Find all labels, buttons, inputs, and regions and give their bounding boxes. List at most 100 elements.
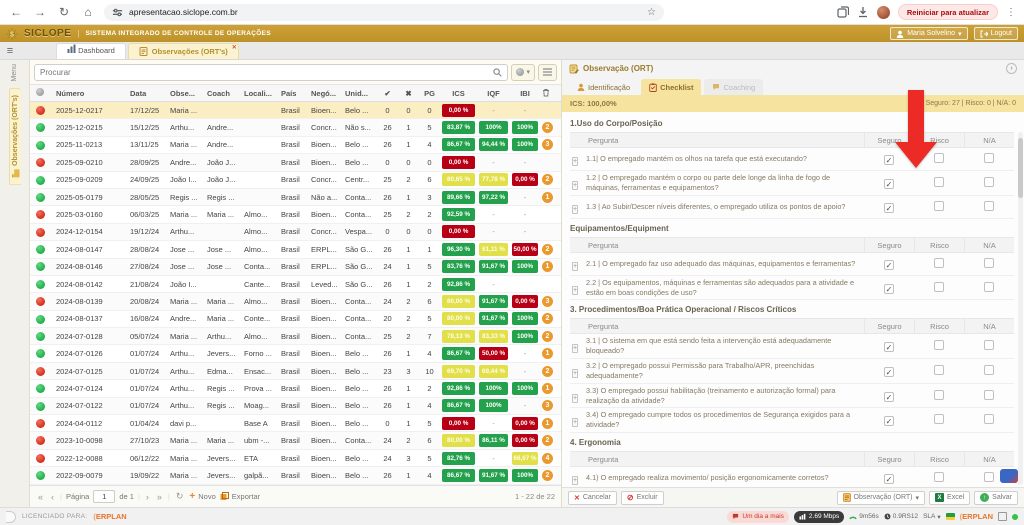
tab-group-icon[interactable] — [837, 6, 849, 18]
checkbox-risco[interactable] — [934, 340, 944, 350]
checkbox-seguro[interactable] — [884, 392, 894, 402]
table-row[interactable]: 2025-05-0179 28/05/25 Regis ... Regis ..… — [30, 189, 561, 206]
tab-observacoes[interactable]: Observações (ORT's) ✕ — [128, 43, 239, 59]
table-row[interactable]: 2024-08-0137 16/08/24 Andre... Maria ...… — [30, 311, 561, 328]
checkbox-seguro[interactable] — [884, 416, 894, 426]
notification-badge[interactable]: Um dia a mais — [727, 511, 789, 523]
checkbox-seguro[interactable] — [884, 155, 894, 165]
checkbox-na[interactable] — [984, 365, 994, 375]
address-bar[interactable]: apresentacao.siclope.com.br ☆ — [104, 4, 664, 21]
back-icon[interactable]: ← — [8, 5, 24, 19]
checkbox-risco[interactable] — [934, 177, 944, 187]
table-header[interactable]: Número Data Obse... Coach Locali... País… — [30, 84, 561, 102]
expand-icon[interactable]: + — [572, 476, 578, 485]
checkbox-seguro[interactable] — [884, 179, 894, 189]
page-input[interactable] — [93, 490, 115, 503]
checkbox-risco[interactable] — [934, 365, 944, 375]
refresh-icon[interactable]: ↻ — [174, 491, 186, 502]
expand-icon[interactable]: + — [572, 262, 578, 271]
expand-icon[interactable]: + — [572, 344, 578, 353]
tab-coaching[interactable]: Coaching — [704, 79, 763, 95]
table-row[interactable]: 2025-11-0213 13/11/25 Maria ... Andre...… — [30, 137, 561, 154]
checkbox-na[interactable] — [984, 340, 994, 350]
checkbox-seguro[interactable] — [884, 203, 894, 213]
tab-dashboard[interactable]: Dashboard — [56, 43, 126, 59]
sla-item[interactable]: SLA▾ — [923, 513, 941, 521]
first-page-icon[interactable]: « — [36, 492, 45, 502]
close-tab-icon[interactable]: ✕ — [232, 44, 237, 51]
collapse-panel-icon[interactable]: › — [1006, 63, 1017, 74]
checkbox-seguro[interactable] — [884, 284, 894, 294]
checkbox-na[interactable] — [984, 153, 994, 163]
excluir-button[interactable]: ⊘Excluir — [621, 491, 664, 505]
expand-icon[interactable]: + — [572, 394, 578, 403]
table-row[interactable]: 2024-08-0142 21/08/24 João I... Cante...… — [30, 276, 561, 293]
expand-icon[interactable]: + — [572, 286, 578, 295]
table-row[interactable]: 2022-09-0079 19/09/22 Maria ... Jevers..… — [30, 467, 561, 484]
tab-checklist[interactable]: Checklist — [641, 79, 701, 95]
panel-scrollbar[interactable] — [1018, 132, 1023, 485]
expand-icon[interactable]: + — [572, 181, 578, 190]
table-row[interactable]: 2024-08-0146 27/08/24 Jose ... Jose ... … — [30, 259, 561, 276]
table-row[interactable]: 2025-03-0160 06/03/25 Maria ... Maria ..… — [30, 206, 561, 223]
table-row[interactable]: 2024-07-0128 05/07/24 Maria ... Arthu...… — [30, 328, 561, 345]
table-row[interactable]: 2024-07-0126 01/07/24 Arthu... Jevers...… — [30, 345, 561, 362]
table-row[interactable]: 2025-12-0215 15/12/25 Arthu... Andre... … — [30, 119, 561, 136]
expand-icon[interactable]: + — [572, 157, 578, 166]
table-row[interactable]: 2024-04-0112 01/04/24 davi p... Base A B… — [30, 415, 561, 432]
prev-page-icon[interactable]: ‹ — [49, 492, 56, 502]
exportar-button[interactable]: Exportar — [220, 492, 260, 501]
status-filter-button[interactable]: ▾ — [511, 64, 535, 81]
floating-thumbnail[interactable] — [1000, 469, 1018, 483]
table-row[interactable]: 2025-09-0209 24/09/25 João I... João J..… — [30, 172, 561, 189]
table-row[interactable]: 2023-10-0098 27/10/23 Maria ... Maria ..… — [30, 432, 561, 449]
table-row[interactable]: 2024-07-0122 01/07/24 Arthu... Regis ...… — [30, 398, 561, 415]
search-input[interactable] — [40, 68, 493, 77]
checkbox-na[interactable] — [984, 177, 994, 187]
observacao-ort-button[interactable]: Observação (ORT) ▾ — [837, 491, 926, 505]
expand-icon[interactable]: + — [572, 369, 578, 378]
table-row[interactable]: 2025-12-0217 17/12/25 Maria ... Brasil B… — [30, 102, 561, 119]
checkbox-risco[interactable] — [934, 153, 944, 163]
checkbox-na[interactable] — [984, 414, 994, 424]
checkbox-risco[interactable] — [934, 201, 944, 211]
browser-restart-button[interactable]: Reiniciar para atualizar — [898, 4, 998, 20]
checkbox-seguro[interactable] — [884, 367, 894, 377]
sidebar-toggle-pill[interactable] — [6, 511, 16, 523]
browser-menu-icon[interactable]: ⋮ — [1006, 7, 1016, 18]
tab-identificacao[interactable]: Identificação — [569, 79, 638, 95]
download-icon[interactable] — [857, 6, 869, 18]
checkbox-na[interactable] — [984, 201, 994, 211]
last-page-icon[interactable]: » — [155, 492, 164, 502]
checkbox-na[interactable] — [984, 472, 994, 482]
checkbox-risco[interactable] — [934, 282, 944, 292]
forward-icon[interactable]: → — [32, 5, 48, 19]
excel-button[interactable]: XExcel — [929, 491, 970, 505]
checkbox-na[interactable] — [984, 390, 994, 400]
table-row[interactable]: 2024-08-0147 28/08/24 Jose ... Jose ... … — [30, 241, 561, 258]
table-row[interactable]: 2022-12-0088 06/12/22 Maria ... Jevers..… — [30, 450, 561, 467]
checkbox-risco[interactable] — [934, 258, 944, 268]
table-row[interactable]: 2024-07-0124 01/07/24 Arthu... Regis ...… — [30, 380, 561, 397]
home-icon[interactable]: ⌂ — [80, 5, 96, 19]
browser-profile-avatar[interactable] — [877, 6, 890, 19]
bookmark-star-icon[interactable]: ☆ — [647, 7, 656, 18]
user-menu-button[interactable]: Maria Solvelino ▾ — [890, 27, 967, 40]
checkbox-risco[interactable] — [934, 390, 944, 400]
table-row[interactable]: 2024-08-0139 20/08/24 Maria ... Maria ..… — [30, 293, 561, 310]
salvar-button[interactable]: ↑Salvar — [974, 491, 1018, 505]
logout-button[interactable]: Logout — [974, 27, 1018, 40]
reload-icon[interactable]: ↻ — [56, 5, 72, 19]
expand-icon[interactable]: + — [572, 205, 578, 214]
checkbox-risco[interactable] — [934, 414, 944, 424]
search-box[interactable] — [34, 64, 508, 81]
table-row[interactable]: 2024-12-0154 19/12/24 Arthu... Almo... B… — [30, 224, 561, 241]
table-row[interactable]: 2024-07-0125 01/07/24 Arthu... Edma... E… — [30, 363, 561, 380]
novo-button[interactable]: +Novo — [189, 491, 215, 502]
menu-hamburger-icon[interactable]: ≡ — [2, 45, 18, 57]
checkbox-seguro[interactable] — [884, 474, 894, 484]
fullscreen-icon[interactable] — [998, 512, 1007, 521]
cancelar-button[interactable]: ✕Cancelar — [568, 491, 617, 505]
checkbox-na[interactable] — [984, 258, 994, 268]
checkbox-seguro[interactable] — [884, 260, 894, 270]
